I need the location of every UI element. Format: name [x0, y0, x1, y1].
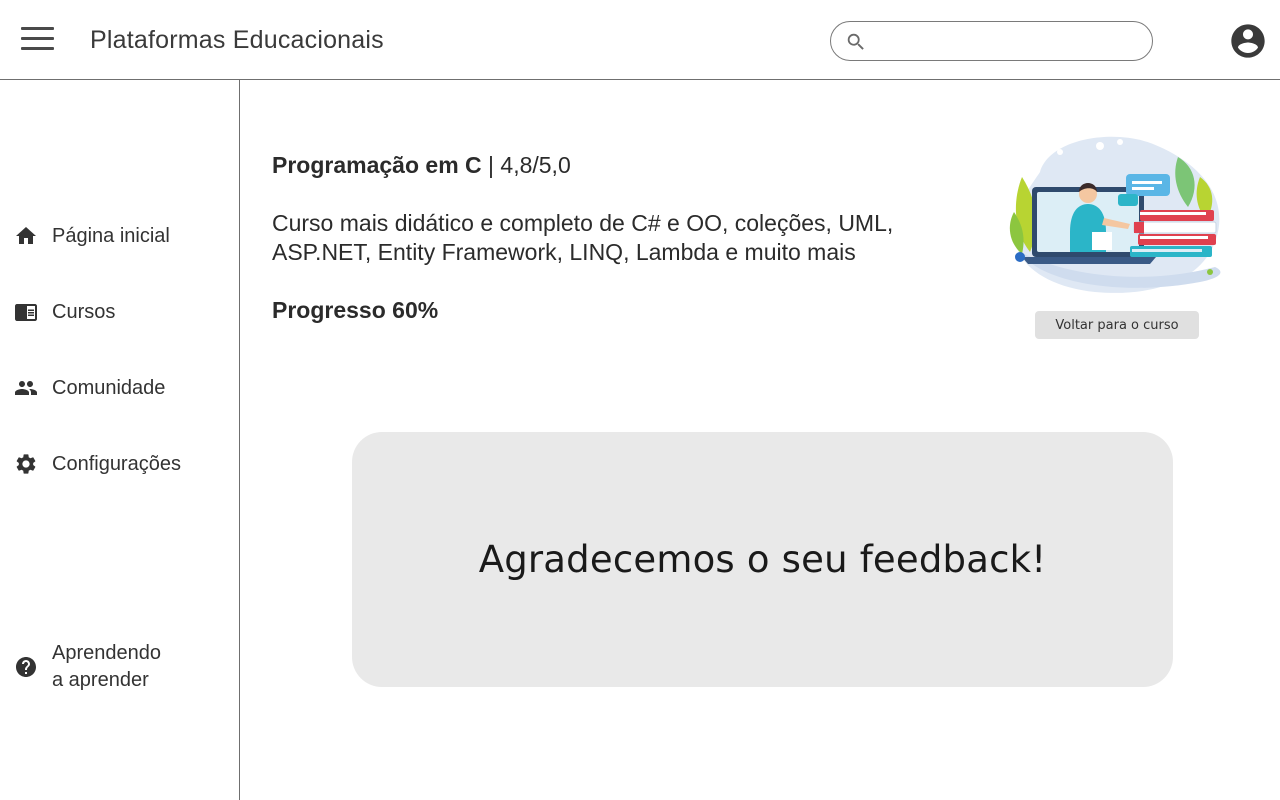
feedback-card: Agradecemos o seu feedback! [352, 432, 1173, 687]
course-rating: 4,8/5,0 [500, 152, 571, 178]
courses-icon [15, 304, 37, 321]
course-description: Curso mais didático e completo de C# e O… [272, 210, 894, 265]
course-name: Programação em C [272, 152, 482, 178]
hamburger-menu-icon[interactable] [20, 27, 56, 53]
sidebar-item-settings[interactable]: Configurações [0, 443, 239, 483]
back-to-course-button[interactable]: Voltar para o curso [1035, 311, 1199, 339]
sidebar-item-label: Comunidade [52, 377, 166, 399]
settings-icon [16, 454, 36, 474]
app-title: Plataformas Educacionais [90, 26, 384, 54]
top-app-bar: Plataformas Educacionais [0, 0, 1280, 80]
feedback-message: Agradecemos o seu feedback! [478, 538, 1047, 581]
search-bar[interactable] [830, 21, 1153, 61]
sidebar-help-label-line1: Aprendendo [52, 642, 161, 664]
sidebar-item-label: Cursos [52, 301, 116, 323]
community-icon [15, 381, 37, 395]
course-illustration [1009, 136, 1221, 293]
help-icon [16, 657, 36, 677]
search-input[interactable] [875, 28, 1140, 54]
sidebar-item-label: Configurações [52, 453, 181, 475]
sidebar-item-courses[interactable]: Cursos [0, 291, 239, 331]
sidebar-item-community[interactable]: Comunidade [0, 367, 239, 407]
sidebar-item-learning-to-learn[interactable]: Aprendendo a aprender [0, 640, 239, 700]
course-progress: Progresso 60% [272, 297, 439, 323]
sidebar: Página inicial Cursos Comunidade Configu… [0, 80, 240, 800]
sidebar-item-label: Página inicial [52, 225, 170, 247]
sidebar-item-home[interactable]: Página inicial [0, 215, 239, 255]
course-header: Programação em C | 4,8/5,0 [272, 152, 571, 179]
search-icon [847, 33, 864, 50]
rating-separator: | [481, 152, 501, 178]
sidebar-help-label-line2: a aprender [52, 669, 149, 691]
home-icon [16, 227, 36, 244]
account-avatar-icon[interactable] [1228, 21, 1268, 61]
